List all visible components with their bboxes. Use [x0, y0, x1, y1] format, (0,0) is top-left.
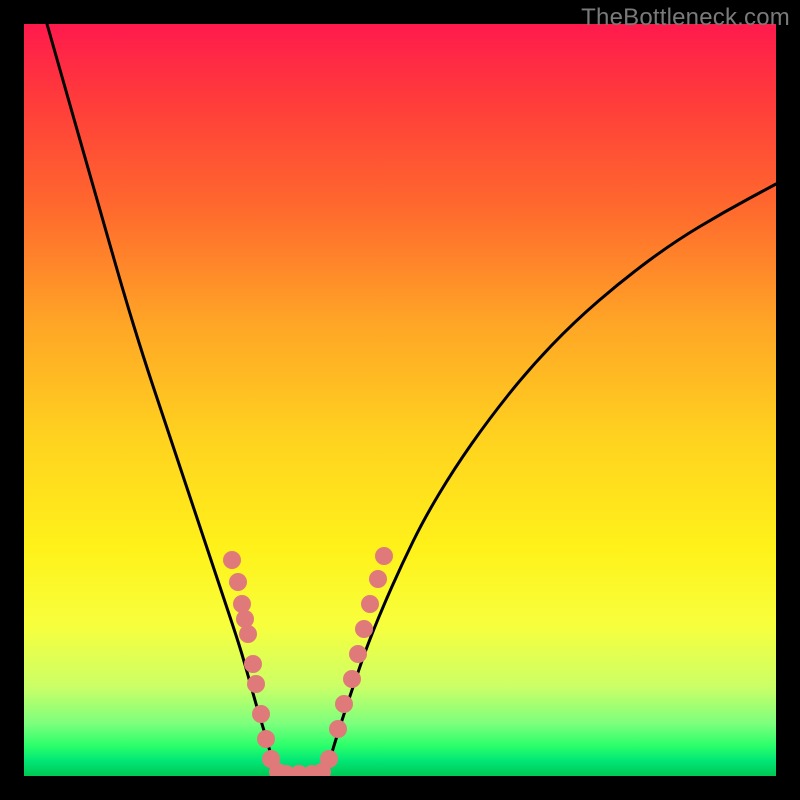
right-curve [324, 184, 776, 776]
chart-svg [24, 24, 776, 776]
scatter-dot [223, 551, 241, 569]
scatter-dot [375, 547, 393, 565]
scatter-dot [236, 610, 254, 628]
scatter-dot [355, 620, 373, 638]
scatter-dot [369, 570, 387, 588]
scatter-dot [329, 720, 347, 738]
scatter-dot [320, 750, 338, 768]
scatter-dot [233, 595, 251, 613]
scatter-dot [247, 675, 265, 693]
scatter-dot [361, 595, 379, 613]
scatter-dot [229, 573, 247, 591]
scatter-dot [252, 705, 270, 723]
scatter-dot [349, 645, 367, 663]
scatter-dot [343, 670, 361, 688]
scatter-dot [257, 730, 275, 748]
left-curve [47, 24, 278, 776]
scatter-dot [335, 695, 353, 713]
scatter-dots [223, 547, 393, 776]
watermark-text: TheBottleneck.com [581, 4, 790, 32]
scatter-dot [239, 625, 257, 643]
curves-group [47, 24, 776, 776]
scatter-dot [244, 655, 262, 673]
chart-plot-area [24, 24, 776, 776]
